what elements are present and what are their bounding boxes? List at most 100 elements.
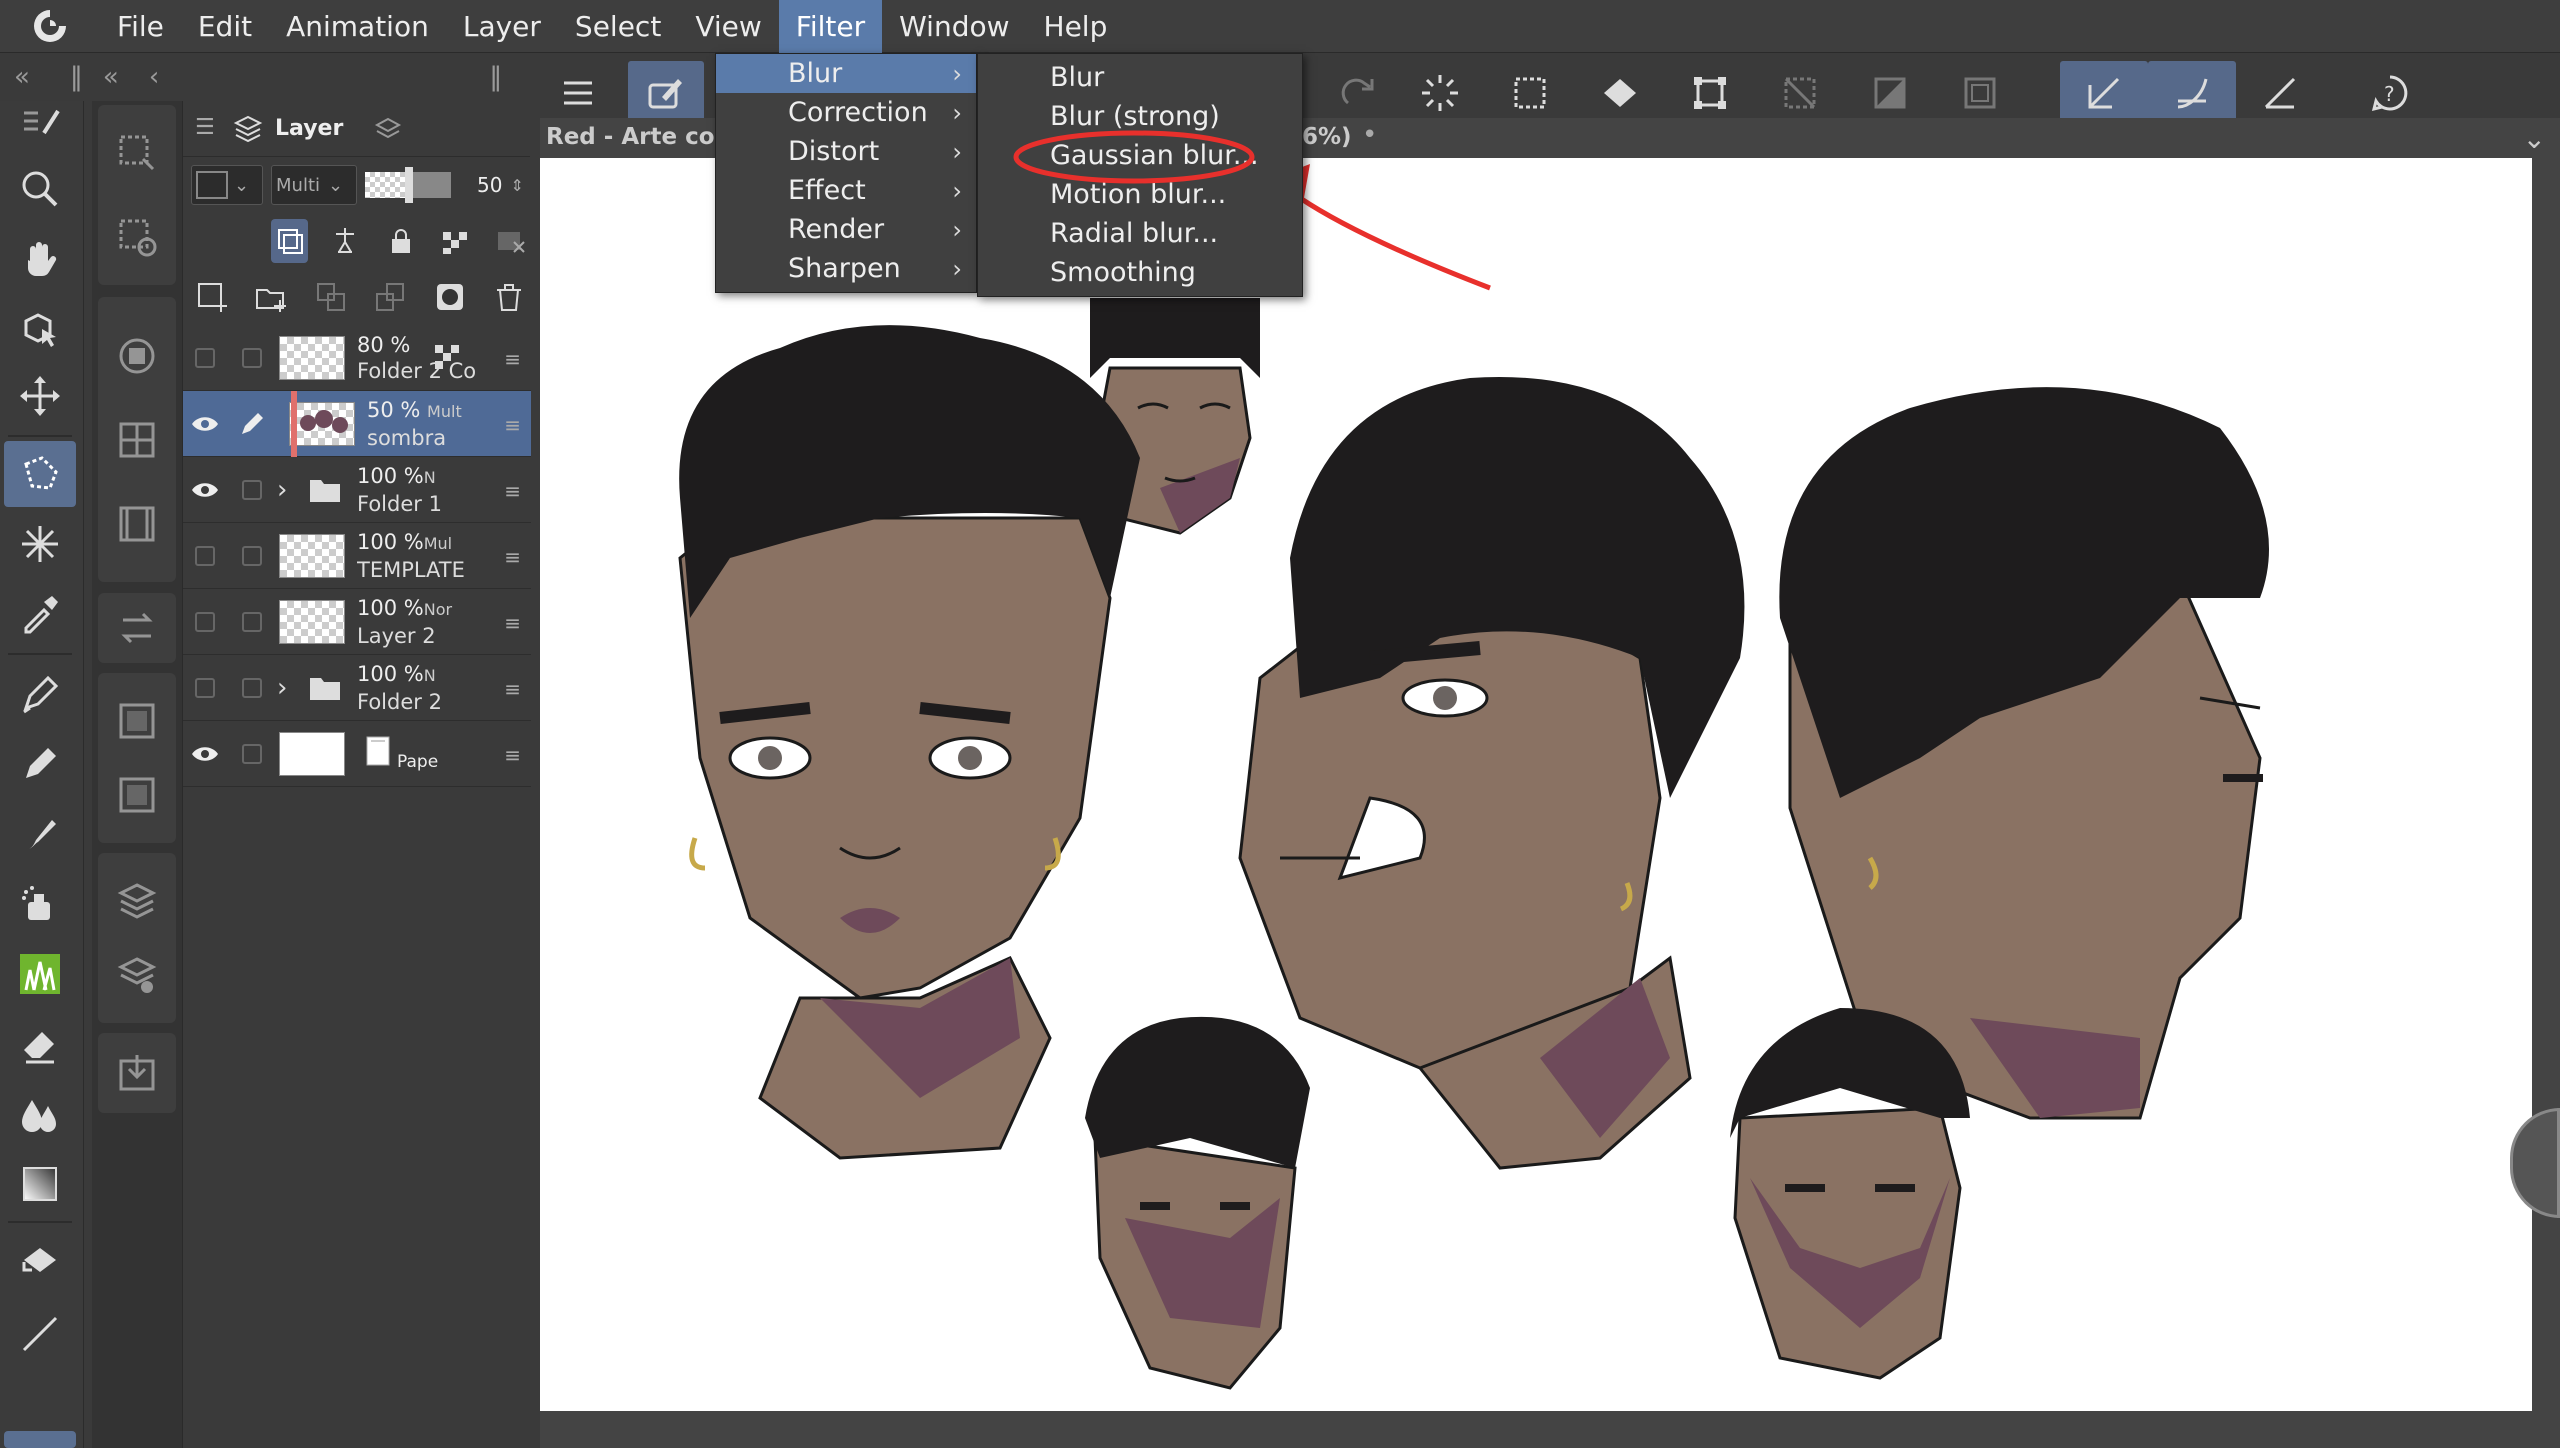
layer-row[interactable]: 80 % Folder 2 Co| ≡ (183, 325, 531, 391)
layer-row[interactable]: › 100 %N Folder 1 ≡ (183, 457, 531, 523)
lock-icon[interactable] (382, 219, 419, 263)
clip-to-layer-below-icon[interactable] (271, 219, 309, 263)
layer-menu-icon[interactable]: ≡ (504, 479, 521, 503)
filter-menu-item-render[interactable]: Render › (716, 210, 976, 249)
line-icon[interactable] (4, 1301, 76, 1367)
visibility-toggle[interactable] (183, 655, 227, 721)
subtool-group-frames[interactable] (98, 673, 176, 843)
subtool-group-selection[interactable] (98, 105, 176, 285)
layer-menu-icon[interactable]: ≡ (504, 743, 521, 767)
visibility-toggle[interactable] (183, 325, 227, 391)
tool-property-icon[interactable] (628, 61, 704, 125)
filter-menu-item-correction[interactable]: Correction › (716, 93, 976, 132)
pencil-icon[interactable] (4, 731, 76, 797)
help-icon[interactable]: ? (2352, 61, 2428, 125)
layer-property-icon[interactable] (373, 114, 403, 144)
selection-icon[interactable] (4, 441, 76, 507)
merge-down-icon[interactable] (370, 275, 412, 319)
eraser-icon[interactable] (4, 1011, 76, 1077)
menu-select[interactable]: Select (558, 0, 678, 53)
clip-studio-logo-icon[interactable] (0, 0, 100, 53)
decoration-icon[interactable] (4, 941, 76, 1007)
menu-view[interactable]: View (678, 0, 778, 53)
layer-menu-icon[interactable]: ≡ (504, 611, 521, 635)
visibility-toggle[interactable] (183, 589, 227, 655)
layer-menu-icon[interactable]: ≡ (504, 413, 521, 437)
blur-menu-item-radial-blur[interactable]: Radial blur... (978, 214, 1302, 253)
collapse-double-icon[interactable]: « (103, 62, 119, 92)
layer-menu-icon[interactable]: ≡ (504, 545, 521, 569)
object-select-icon[interactable] (4, 296, 76, 362)
collapse-single-icon[interactable]: ‹ (149, 62, 159, 92)
new-folder-icon[interactable] (251, 275, 293, 319)
lock-transparency-icon[interactable] (437, 219, 474, 263)
folder-expand-icon[interactable]: › (277, 475, 305, 505)
menu-window[interactable]: Window (882, 0, 1026, 53)
edit-lock-toggle[interactable] (227, 523, 277, 589)
drawing-canvas[interactable]: .sk{fill:#8a7263;stroke:#1a1a1a;stroke-w… (540, 158, 2532, 1411)
filter-menu-item-blur[interactable]: Blur › (716, 54, 976, 93)
edit-lock-toggle[interactable] (227, 589, 277, 655)
subtool-import[interactable] (98, 1033, 176, 1113)
menu-animation[interactable]: Animation (269, 0, 446, 53)
loading-icon[interactable] (1402, 61, 1478, 125)
edit-lock-toggle[interactable] (227, 655, 277, 721)
reference-layer-icon[interactable] (326, 219, 363, 263)
filter-menu-item-distort[interactable]: Distort › (716, 132, 976, 171)
subtool-group-layer-tools[interactable] (98, 853, 176, 1023)
edit-toggle[interactable] (227, 391, 277, 457)
layer-menu-icon[interactable]: ≡ (504, 677, 521, 701)
visibility-toggle[interactable] (183, 721, 227, 787)
blend-mode-select[interactable]: Multi ⌄ (271, 165, 357, 205)
transform-icon[interactable] (1672, 61, 1748, 125)
layer-row[interactable]: 50 % Mult sombra ≡ (183, 391, 531, 457)
blend-icon[interactable] (4, 1081, 76, 1147)
opacity-value[interactable]: 50 (477, 173, 502, 197)
menu-edit[interactable]: Edit (181, 0, 269, 53)
mask-toggle-icon[interactable] (493, 219, 530, 263)
deselect-icon[interactable] (1762, 61, 1838, 125)
layer-row[interactable]: Pape ≡ (183, 721, 531, 787)
canvas-tab-dropdown-icon[interactable]: ⌄ (2523, 122, 2546, 155)
airbrush-icon[interactable] (4, 871, 76, 937)
edit-lock-toggle[interactable] (227, 457, 277, 523)
pen-icon[interactable] (4, 661, 76, 727)
move-icon[interactable] (4, 363, 76, 429)
edit-lock-toggle[interactable] (227, 325, 277, 391)
menu-help[interactable]: Help (1027, 0, 1125, 53)
canvas-tab-close-icon[interactable]: • (1362, 120, 1377, 150)
panel-grip-icon-2[interactable]: ‖ (489, 62, 502, 92)
visibility-toggle[interactable] (183, 457, 227, 523)
special-ruler-snap-icon[interactable] (2148, 61, 2236, 125)
layer-row[interactable]: 100 %Mul TEMPLATE ≡ (183, 523, 531, 589)
blur-menu-item-smoothing[interactable]: Smoothing (978, 253, 1302, 292)
menu-file[interactable]: File (100, 0, 181, 53)
filter-menu-item-sharpen[interactable]: Sharpen › (716, 249, 976, 288)
main-menu-icon[interactable] (540, 61, 616, 125)
panel-menu-icon[interactable]: ☰ (195, 115, 215, 140)
filter-menu-item-effect[interactable]: Effect › (716, 171, 976, 210)
menu-layer[interactable]: Layer (446, 0, 558, 53)
gradient-icon[interactable] (4, 1151, 76, 1217)
brush-icon[interactable] (4, 801, 76, 867)
edit-lock-toggle[interactable] (227, 721, 277, 787)
layer-menu-icon[interactable]: ≡ (504, 347, 521, 371)
create-mask-icon[interactable] (429, 275, 471, 319)
fill-bucket-icon[interactable] (1582, 61, 1658, 125)
folder-expand-icon[interactable]: › (277, 673, 305, 703)
tab-layer[interactable]: Layer (233, 114, 403, 144)
blur-menu-item-blur[interactable]: Blur (978, 58, 1302, 97)
auto-select-icon[interactable] (4, 511, 76, 577)
grid-snap-icon[interactable] (2242, 61, 2318, 125)
transfer-down-icon[interactable] (310, 275, 352, 319)
opacity-slider[interactable] (365, 167, 451, 203)
panel-grip-icon[interactable]: ‖ (70, 62, 83, 92)
crop-icon[interactable] (1942, 61, 2018, 125)
clear-outside-icon[interactable] (1852, 61, 1928, 125)
frame-icon[interactable] (4, 1431, 76, 1448)
layer-color-swatch-dropdown[interactable]: ⌄ (191, 165, 263, 205)
select-all-icon[interactable] (1492, 61, 1568, 125)
delete-layer-icon[interactable] (489, 275, 531, 319)
layer-row[interactable]: › 100 %N Folder 2 ≡ (183, 655, 531, 721)
tool-palette-menu-icon[interactable] (4, 103, 76, 139)
